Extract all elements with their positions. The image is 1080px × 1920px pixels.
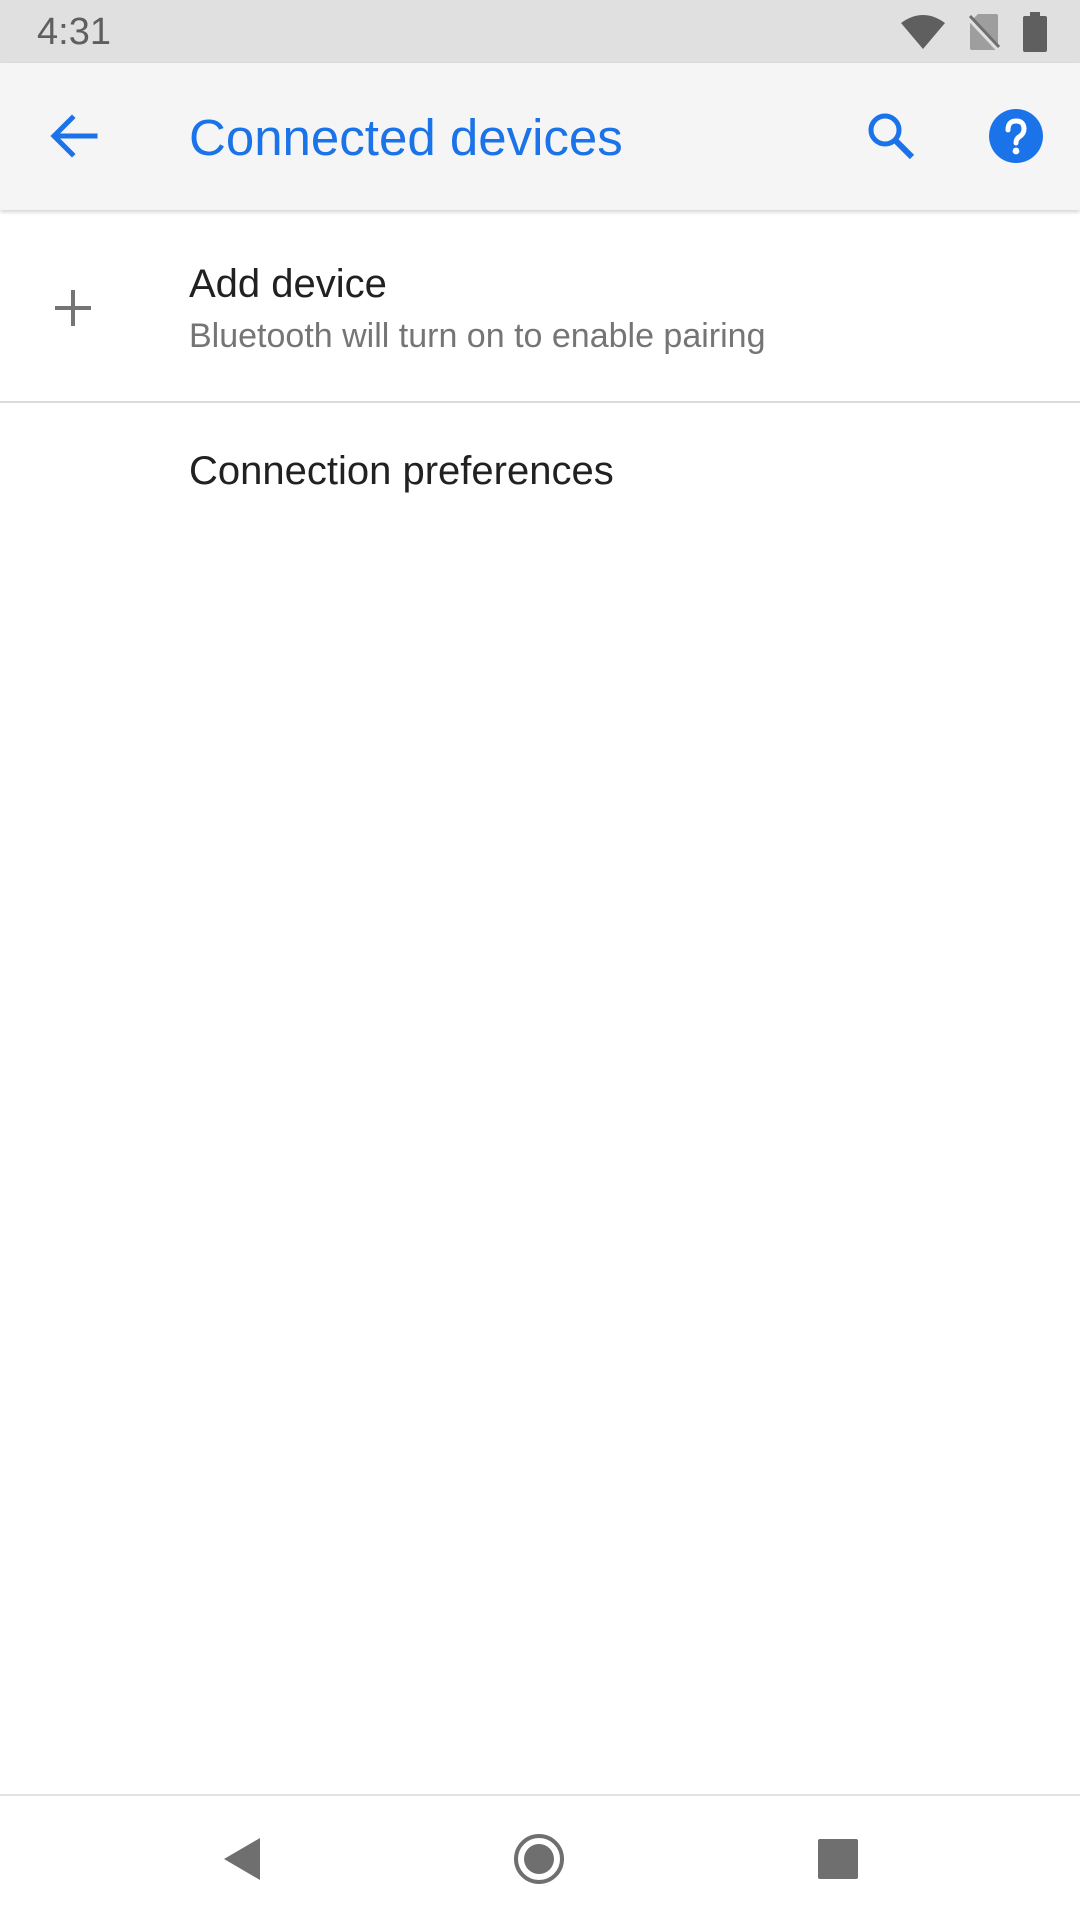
nav-back-icon bbox=[220, 1835, 264, 1888]
search-icon bbox=[867, 112, 915, 165]
nav-recents-button[interactable] bbox=[788, 1816, 888, 1906]
battery-icon bbox=[1022, 12, 1048, 52]
search-button[interactable] bbox=[854, 101, 928, 175]
nav-home-icon bbox=[513, 1833, 565, 1890]
nav-back-button[interactable] bbox=[192, 1816, 292, 1906]
back-button[interactable] bbox=[36, 101, 110, 175]
plus-icon bbox=[46, 281, 100, 335]
arrow-back-icon bbox=[48, 113, 98, 163]
status-bar: 4:31 bbox=[0, 0, 1080, 63]
no-sim-icon bbox=[968, 12, 1000, 52]
connection-preferences-item[interactable]: Connection preferences bbox=[0, 403, 1080, 543]
connection-preferences-title: Connection preferences bbox=[189, 449, 614, 493]
navigation-bar bbox=[0, 1794, 1080, 1920]
screen: 4:31 Connected devices Add device Blueto… bbox=[0, 0, 1080, 1920]
nav-home-button[interactable] bbox=[489, 1816, 589, 1906]
add-device-subtitle: Bluetooth will turn on to enable pairing bbox=[189, 317, 766, 355]
help-icon bbox=[989, 108, 1043, 168]
wifi-icon bbox=[900, 14, 946, 50]
nav-recents-icon bbox=[817, 1838, 859, 1885]
help-button[interactable] bbox=[979, 101, 1053, 175]
status-time: 4:31 bbox=[37, 11, 111, 53]
app-bar: Connected devices bbox=[0, 63, 1080, 210]
page-title: Connected devices bbox=[189, 109, 623, 166]
add-device-item[interactable]: Add device Bluetooth will turn on to ena… bbox=[0, 210, 1080, 402]
status-icons bbox=[900, 10, 1048, 54]
add-device-title: Add device bbox=[189, 262, 387, 306]
